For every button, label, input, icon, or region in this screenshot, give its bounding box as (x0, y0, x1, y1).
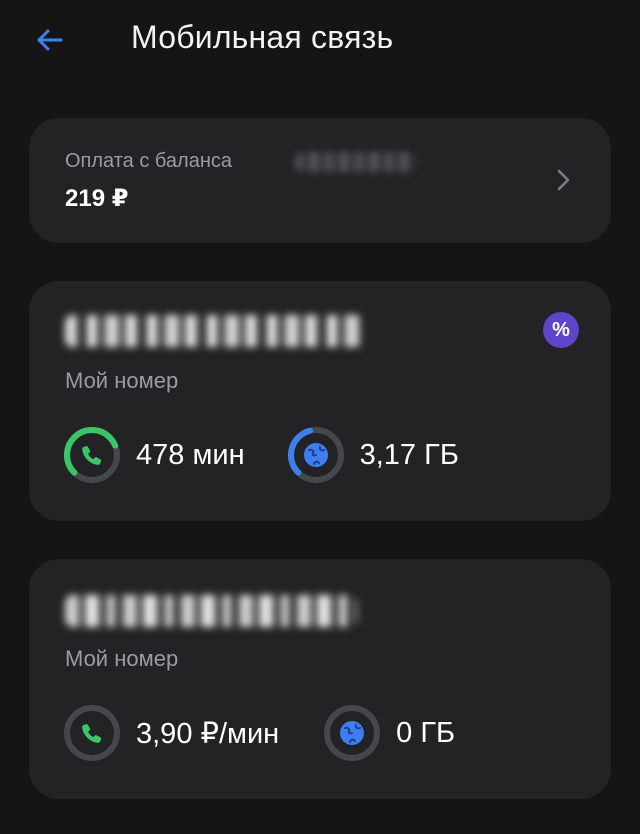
balance-label: Оплата с баланса (65, 150, 232, 172)
data-balance[interactable]: 0 ГБ (323, 704, 455, 762)
number-subtitle: Мой номер (65, 368, 179, 393)
page-title: Мобильная связь (131, 19, 394, 55)
number-subtitle: Мой номер (65, 646, 179, 671)
balance-amount: 219 ₽ (65, 185, 129, 212)
minutes-balance[interactable]: 3,90 ₽/мин (63, 704, 279, 762)
minutes-ring (64, 705, 120, 761)
data-value: 0 ГБ (396, 716, 456, 749)
data-ring (287, 427, 344, 483)
globe-icon (340, 721, 365, 745)
minutes-ring (63, 427, 120, 483)
phone-handset-icon (82, 724, 102, 743)
usage-row: 3,90 ₽/мин 0 ГБ (63, 705, 455, 761)
chevron-right-icon (549, 166, 577, 194)
data-value: 3,17 ГБ (359, 438, 459, 471)
top-app-bar: Мобильная связь (0, 0, 640, 84)
percent-icon[interactable]: % (543, 312, 579, 348)
balance-card[interactable]: Оплата с баланса 219 ₽ (29, 118, 611, 243)
arrow-left-icon (37, 29, 63, 51)
minutes-balance[interactable]: 478 мин (63, 426, 245, 484)
back-button[interactable] (30, 20, 70, 60)
usage-row: 478 мин 3,17 ГБ (63, 427, 459, 483)
phone-number-card[interactable]: % Мой номер 478 мин 3,17 ГБ (29, 281, 611, 521)
globe-icon (303, 443, 328, 467)
minutes-value: 478 мин (136, 438, 245, 471)
promo-symbol: % (552, 318, 570, 341)
data-ring (324, 705, 381, 761)
phone-number-card[interactable]: Мой номер 3,90 ₽/мин 0 ГБ (29, 559, 611, 799)
data-balance[interactable]: 3,17 ГБ (287, 426, 459, 484)
blurred-phone-number (65, 595, 357, 627)
mobile-app: Мобильная связь Оплата с баланса 219 ₽ %… (0, 0, 640, 834)
phone-handset-icon (82, 446, 102, 465)
blurred-phone-number (65, 315, 365, 347)
blurred-account-name (294, 152, 416, 172)
minutes-value: 3,90 ₽/мин (136, 717, 280, 750)
